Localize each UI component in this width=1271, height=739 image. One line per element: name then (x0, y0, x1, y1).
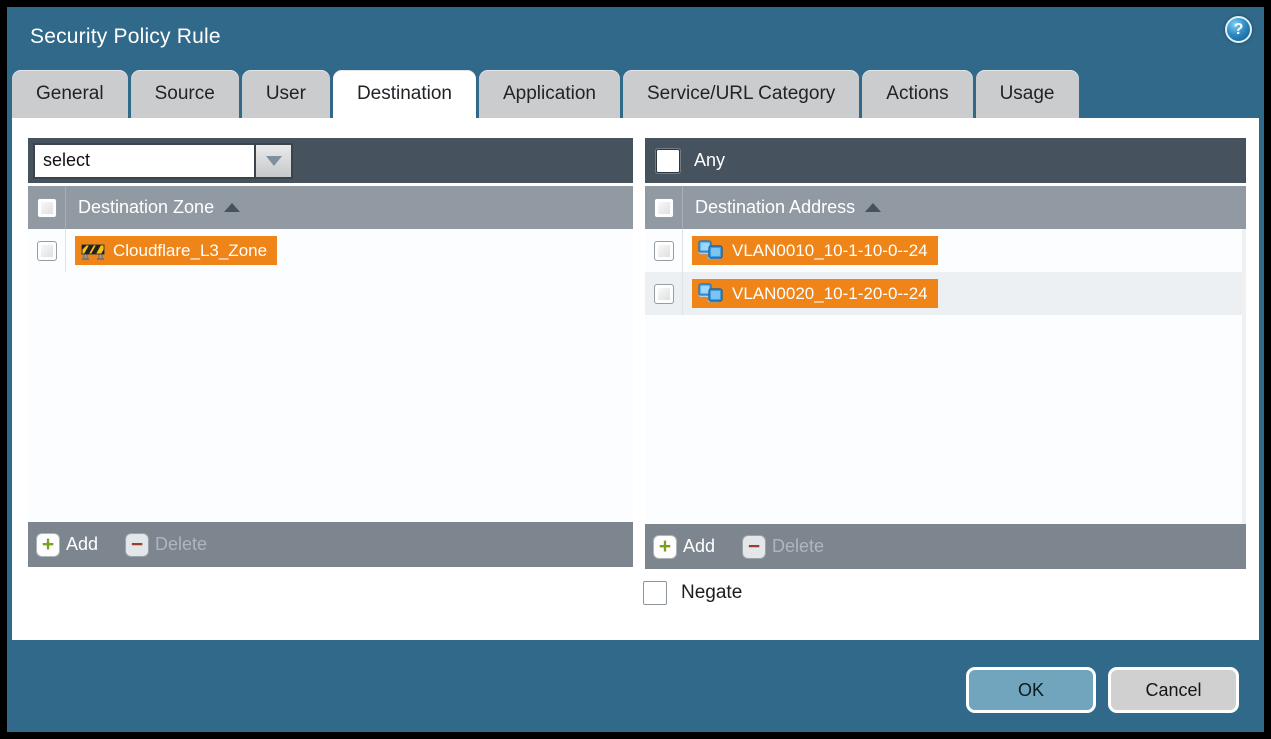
tab-bar: General Source User Destination Applicat… (12, 70, 1079, 118)
add-icon: + (654, 536, 676, 558)
destination-address-panel: Any Destination Address (645, 138, 1246, 569)
address-list: VLAN0010_10-1-10-0--24 (645, 229, 1246, 524)
zone-row-checkbox[interactable] (37, 241, 57, 261)
address-delete-label: Delete (772, 536, 824, 557)
row-checkbox-cell (28, 229, 66, 272)
zone-delete-button[interactable]: − Delete (126, 534, 225, 556)
security-policy-rule-dialog: Security Policy Rule ? General Source Us… (7, 7, 1264, 732)
row-checkbox-cell (645, 229, 683, 272)
address-icon (698, 283, 724, 305)
any-label: Any (694, 150, 725, 171)
sort-ascending-icon (865, 203, 881, 212)
zone-item[interactable]: Cloudflare_L3_Zone (75, 236, 277, 265)
address-row-checkbox-2[interactable] (654, 284, 674, 304)
ok-button[interactable]: OK (966, 667, 1096, 713)
row-checkbox-cell (645, 272, 683, 315)
chevron-down-icon (266, 156, 282, 166)
tab-actions[interactable]: Actions (862, 70, 972, 118)
any-checkbox[interactable] (656, 149, 680, 173)
zone-select-dropdown-button[interactable] (254, 145, 291, 177)
add-icon: + (37, 534, 59, 556)
zone-list: Cloudflare_L3_Zone (28, 229, 633, 522)
zone-select-all-checkbox[interactable] (37, 198, 57, 218)
tab-usage[interactable]: Usage (976, 70, 1079, 118)
address-icon (698, 240, 724, 262)
tab-general[interactable]: General (12, 70, 128, 118)
zone-icon (81, 242, 105, 260)
table-row: Cloudflare_L3_Zone (28, 229, 633, 272)
zone-select-input[interactable] (35, 145, 254, 177)
negate-label: Negate (681, 582, 742, 604)
tab-source[interactable]: Source (131, 70, 239, 118)
tab-application[interactable]: Application (479, 70, 620, 118)
address-item-label: VLAN0020_10-1-20-0--24 (732, 284, 928, 304)
delete-icon: − (743, 536, 765, 558)
dialog-title: Security Policy Rule (30, 25, 221, 49)
tab-user[interactable]: User (242, 70, 330, 118)
zone-column-text: Destination Zone (78, 197, 214, 218)
delete-icon: − (126, 534, 148, 556)
zone-delete-label: Delete (155, 534, 207, 555)
zone-add-label: Add (66, 534, 98, 555)
table-row: VLAN0020_10-1-20-0--24 (645, 272, 1242, 315)
address-item-label: VLAN0010_10-1-10-0--24 (732, 241, 928, 261)
table-row: VLAN0010_10-1-10-0--24 (645, 229, 1242, 272)
address-select-all-cell (645, 186, 683, 229)
address-row-checkbox-1[interactable] (654, 241, 674, 261)
address-item-2[interactable]: VLAN0020_10-1-20-0--24 (692, 279, 938, 308)
tab-service-url-category[interactable]: Service/URL Category (623, 70, 859, 118)
address-item-1[interactable]: VLAN0010_10-1-10-0--24 (692, 236, 938, 265)
zone-column-header: Destination Zone (28, 186, 633, 229)
cancel-button[interactable]: Cancel (1108, 667, 1239, 713)
help-icon[interactable]: ? (1225, 16, 1252, 43)
zone-item-label: Cloudflare_L3_Zone (113, 241, 267, 261)
address-column-label[interactable]: Destination Address (695, 197, 881, 218)
zone-add-button[interactable]: + Add (37, 534, 116, 556)
zone-panel-footer: + Add − Delete (28, 522, 633, 567)
tab-destination[interactable]: Destination (333, 70, 476, 118)
any-toolbar: Any (645, 138, 1246, 183)
zone-select-combo (33, 143, 293, 179)
destination-zone-panel: Destination Zone (28, 138, 633, 567)
zone-filter-toolbar (28, 138, 633, 183)
negate-option: Negate (643, 581, 742, 605)
sort-ascending-icon (224, 203, 240, 212)
zone-select-all-cell (28, 186, 66, 229)
address-panel-footer: + Add − Delete (645, 524, 1246, 569)
address-add-label: Add (683, 536, 715, 557)
negate-checkbox[interactable] (643, 581, 667, 605)
address-column-text: Destination Address (695, 197, 855, 218)
address-add-button[interactable]: + Add (654, 536, 733, 558)
address-select-all-checkbox[interactable] (654, 198, 674, 218)
zone-column-label[interactable]: Destination Zone (78, 197, 240, 218)
address-column-header: Destination Address (645, 186, 1246, 229)
address-delete-button[interactable]: − Delete (743, 536, 842, 558)
destination-tab-content: Destination Zone (12, 118, 1259, 640)
